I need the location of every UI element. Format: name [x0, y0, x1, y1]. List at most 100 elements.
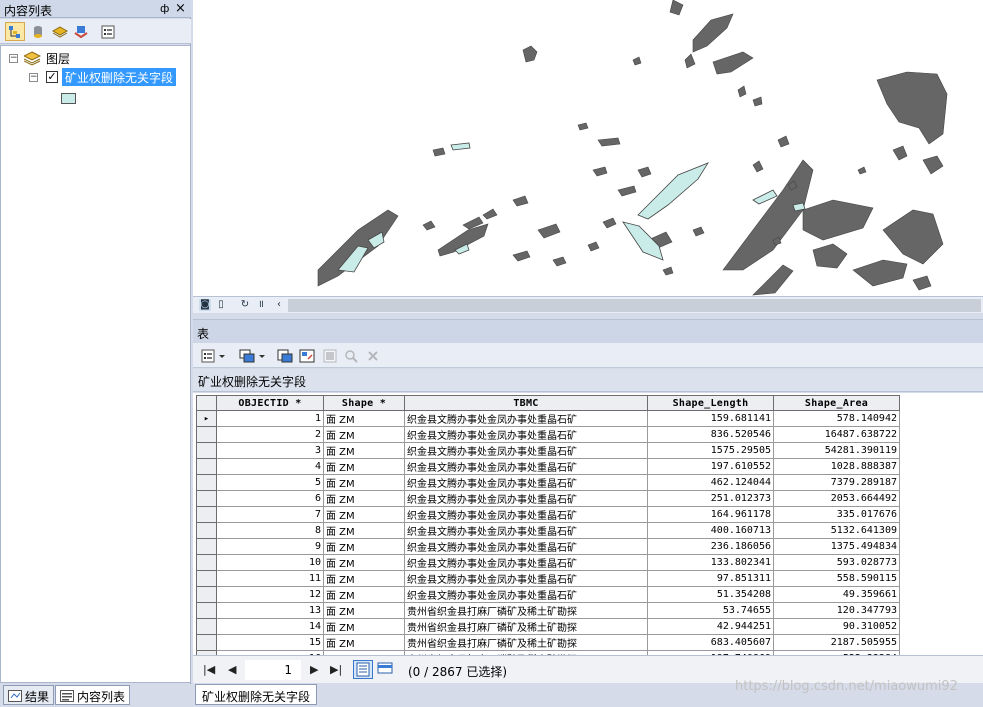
- row-selector[interactable]: [196, 442, 217, 459]
- cell-shape-length[interactable]: 236.186056: [647, 538, 774, 555]
- row-selector[interactable]: [196, 506, 217, 523]
- cell-shape[interactable]: 面 ZM: [323, 410, 405, 427]
- row-selector[interactable]: ▸: [196, 410, 217, 427]
- cell-shape-length[interactable]: 462.124044: [647, 474, 774, 491]
- cell-objectid[interactable]: 8: [216, 522, 324, 539]
- cell-tbmc[interactable]: 织金县文腾办事处金凤办事处重晶石矿: [404, 426, 648, 443]
- cell-objectid[interactable]: 12: [216, 586, 324, 603]
- cell-shape[interactable]: 面 ZM: [323, 426, 405, 443]
- column-header-shape-area[interactable]: Shape_Area: [773, 395, 900, 411]
- layer-symbol-swatch[interactable]: [61, 93, 76, 104]
- cell-shape[interactable]: 面 ZM: [323, 506, 405, 523]
- cell-objectid[interactable]: 9: [216, 538, 324, 555]
- list-by-drawing-order-button[interactable]: [5, 22, 25, 41]
- cell-objectid[interactable]: 10: [216, 554, 324, 571]
- list-by-source-button[interactable]: [28, 22, 48, 41]
- row-selector[interactable]: [196, 426, 217, 443]
- clear-selection-button[interactable]: [322, 347, 338, 364]
- cell-shape[interactable]: 面 ZM: [323, 634, 405, 651]
- row-selector[interactable]: [196, 586, 217, 603]
- options-button[interactable]: [98, 22, 118, 41]
- cell-objectid[interactable]: 3: [216, 442, 324, 459]
- cell-shape-area[interactable]: 49.359661: [773, 586, 900, 603]
- map-horizontal-scrollbar[interactable]: [288, 299, 981, 312]
- cell-tbmc[interactable]: 织金县文腾办事处金凤办事处重晶石矿: [404, 570, 648, 587]
- column-header-objectid[interactable]: OBJECTID *: [216, 395, 324, 411]
- switch-selection-button[interactable]: [298, 347, 316, 364]
- next-record-button[interactable]: ▶: [310, 663, 318, 676]
- cell-shape-length[interactable]: 133.802341: [647, 554, 774, 571]
- column-header-tbmc[interactable]: TBMC: [404, 395, 648, 411]
- delete-selected-button[interactable]: [365, 347, 381, 364]
- select-by-attributes-button[interactable]: [276, 347, 294, 364]
- collapse-map-toggle[interactable]: −: [9, 54, 18, 63]
- cell-tbmc[interactable]: 织金县文腾办事处金凤办事处重晶石矿: [404, 522, 648, 539]
- cell-tbmc[interactable]: 贵州省织金县打麻厂磷矿及稀土矿勘探: [404, 602, 648, 619]
- table-row[interactable]: 9面 ZM 织金县文腾办事处金凤办事处重晶石矿 236.186056 1375.494…: [196, 538, 900, 555]
- cell-shape-length[interactable]: 836.520546: [647, 426, 774, 443]
- table-row[interactable]: 5面 ZM 织金县文腾办事处金凤办事处重晶石矿 462.124044 7379.289…: [196, 474, 900, 491]
- table-options-button[interactable]: [199, 347, 229, 364]
- cell-shape-length[interactable]: 51.354208: [647, 586, 774, 603]
- previous-record-button[interactable]: ◀: [228, 663, 236, 676]
- cell-tbmc[interactable]: 织金县文腾办事处金凤办事处重晶石矿: [404, 410, 648, 427]
- row-selector[interactable]: [196, 602, 217, 619]
- cell-shape-length[interactable]: 197.610552: [647, 458, 774, 475]
- table-row[interactable]: 14 面 ZM 贵州省织金县打麻厂磷矿及稀土矿勘探 42.944251 90.31005…: [196, 618, 900, 635]
- cell-shape-length[interactable]: 97.851311: [647, 570, 774, 587]
- table-row[interactable]: 3面 ZM 织金县文腾办事处金凤办事处重晶石矿 1575.29505 54281.39…: [196, 442, 900, 459]
- cell-tbmc[interactable]: 贵州省织金县打麻厂磷矿及稀土矿勘探: [404, 618, 648, 635]
- cell-shape[interactable]: 面 ZM: [323, 474, 405, 491]
- cell-objectid[interactable]: 7: [216, 506, 324, 523]
- cell-tbmc[interactable]: 织金县文腾办事处金凤办事处重晶石矿: [404, 506, 648, 523]
- row-selector[interactable]: [196, 554, 217, 571]
- last-record-button[interactable]: ▶|: [330, 663, 342, 676]
- cell-shape-area[interactable]: 90.310052: [773, 618, 900, 635]
- cell-tbmc[interactable]: 织金县文腾办事处金凤办事处重晶石矿: [404, 538, 648, 555]
- table-row[interactable]: 12 面 ZM 织金县文腾办事处金凤办事处重晶石矿 51.354208 49.35966…: [196, 586, 900, 603]
- cell-shape-length[interactable]: 53.74655: [647, 602, 774, 619]
- cell-shape[interactable]: 面 ZM: [323, 538, 405, 555]
- data-view-icon[interactable]: ◙: [199, 299, 211, 311]
- row-selector[interactable]: [196, 618, 217, 635]
- cell-shape-area[interactable]: 335.017676: [773, 506, 900, 523]
- cell-shape-area[interactable]: 1375.494834: [773, 538, 900, 555]
- row-selector-header[interactable]: [196, 395, 217, 411]
- column-header-shape-length[interactable]: Shape_Length: [647, 395, 774, 411]
- cell-tbmc[interactable]: 织金县文腾办事处金凤办事处重晶石矿: [404, 474, 648, 491]
- cell-shape-area[interactable]: 54281.390119: [773, 442, 900, 459]
- table-row[interactable]: 4面 ZM 织金县文腾办事处金凤办事处重晶石矿 197.610552 1028.888…: [196, 458, 900, 475]
- scroll-left-icon[interactable]: ‹: [273, 299, 285, 311]
- cell-shape-area[interactable]: 7379.289187: [773, 474, 900, 491]
- zoom-to-selected-button[interactable]: [343, 347, 359, 364]
- table-row[interactable]: 2面 ZM 织金县文腾办事处金凤办事处重晶石矿 836.520546 16487.63…: [196, 426, 900, 443]
- cell-objectid[interactable]: 11: [216, 570, 324, 587]
- table-row[interactable]: 15 面 ZM 贵州省织金县打麻厂磷矿及稀土矿勘探 683.405607 2187.50…: [196, 634, 900, 651]
- row-selector[interactable]: [196, 474, 217, 491]
- cell-shape[interactable]: 面 ZM: [323, 522, 405, 539]
- cell-objectid[interactable]: 2: [216, 426, 324, 443]
- show-all-records-button[interactable]: [353, 660, 373, 679]
- cell-shape[interactable]: 面 ZM: [323, 570, 405, 587]
- layer-name-selected[interactable]: 矿业权删除无关字段: [62, 68, 177, 86]
- table-row[interactable]: 6面 ZM 织金县文腾办事处金凤办事处重晶石矿 251.012373 2053.664…: [196, 490, 900, 507]
- cell-shape-area[interactable]: 120.347793: [773, 602, 900, 619]
- pause-drawing-icon[interactable]: ॥: [255, 299, 267, 311]
- table-row[interactable]: 11 面 ZM 织金县文腾办事处金凤办事处重晶石矿 97.851311 558.5901…: [196, 570, 900, 587]
- cell-shape-area[interactable]: 2187.505955: [773, 634, 900, 651]
- cell-shape-area[interactable]: 578.140942: [773, 410, 900, 427]
- row-selector[interactable]: [196, 490, 217, 507]
- cell-tbmc[interactable]: 织金县文腾办事处金凤办事处重晶石矿: [404, 554, 648, 571]
- cell-shape-length[interactable]: 251.012373: [647, 490, 774, 507]
- map-view[interactable]: [193, 0, 983, 296]
- row-selector[interactable]: [196, 522, 217, 539]
- tab-contents[interactable]: 内容列表: [55, 685, 131, 705]
- first-record-button[interactable]: |◀: [203, 663, 215, 676]
- cell-shape-area[interactable]: 16487.638722: [773, 426, 900, 443]
- cell-tbmc[interactable]: 织金县文腾办事处金凤办事处重晶石矿: [404, 458, 648, 475]
- cell-tbmc[interactable]: 织金县文腾办事处金凤办事处重晶石矿: [404, 586, 648, 603]
- table-row[interactable]: 8面 ZM 织金县文腾办事处金凤办事处重晶石矿 400.160713 5132.641…: [196, 522, 900, 539]
- cell-objectid[interactable]: 5: [216, 474, 324, 491]
- cell-shape-area[interactable]: 5132.641309: [773, 522, 900, 539]
- cell-shape[interactable]: 面 ZM: [323, 554, 405, 571]
